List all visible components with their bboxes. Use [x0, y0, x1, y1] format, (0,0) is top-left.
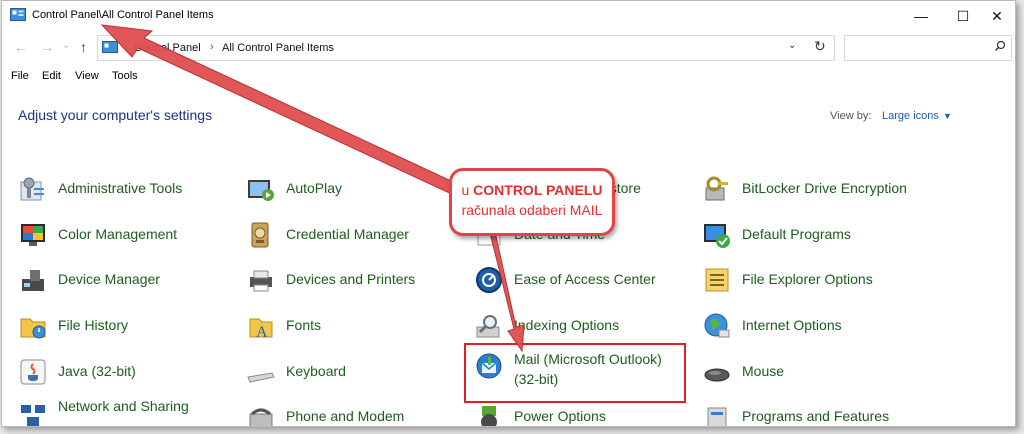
- arrow-to-mail: [480, 226, 525, 353]
- callout-line-2: računala odaberi MAIL: [461, 202, 603, 218]
- arrow-to-title: [100, 24, 465, 198]
- control-panel-window: Control Panel\All Control Panel Items — …: [1, 0, 1016, 427]
- callout-line-1: u CONTROL PANELU: [461, 182, 603, 198]
- annotation-callout: u CONTROL PANELU računala odaberi MAIL: [449, 168, 615, 236]
